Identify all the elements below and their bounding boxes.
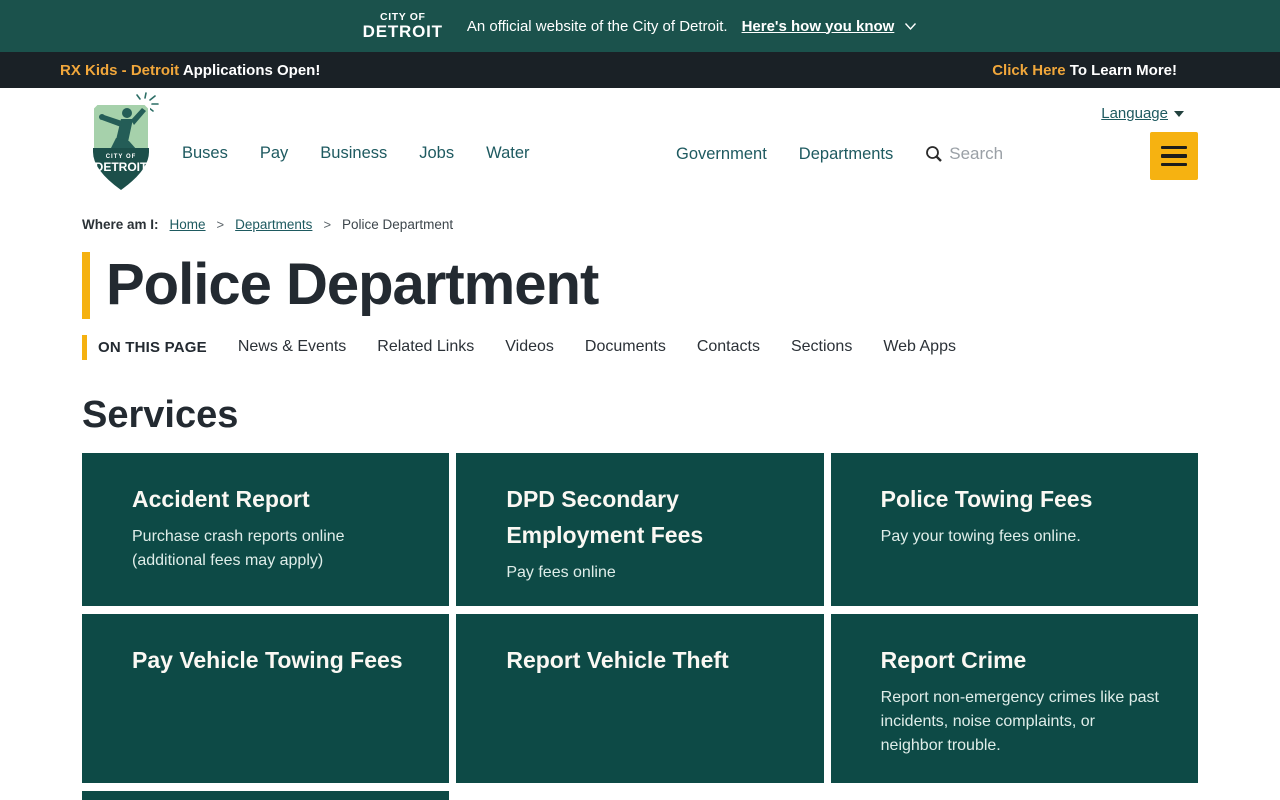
banner-wordmark-top: CITY OF: [380, 10, 426, 23]
rx-kids-link[interactable]: RX Kids - Detroit: [60, 62, 179, 79]
alert-left-text: Applications Open!: [182, 61, 321, 79]
breadcrumb-departments[interactable]: Departments: [235, 217, 312, 232]
service-card-accident-report[interactable]: Accident Report Purchase crash reports o…: [82, 452, 450, 606]
service-card-title: Police Towing Fees: [880, 485, 1093, 512]
site-header: CITY OF DETROIT Buses Pay Business Jobs …: [0, 88, 1280, 205]
nav-business[interactable]: Business: [320, 144, 387, 163]
police-department-page: CITY OF DETROIT An official website of t…: [0, 0, 1280, 800]
service-card-pay-vehicle-towing-fees[interactable]: Pay Vehicle Towing Fees: [82, 613, 450, 783]
official-banner: CITY OF DETROIT An official website of t…: [0, 0, 1280, 52]
anchor-sections[interactable]: Sections: [791, 338, 852, 356]
menu-button[interactable]: [1150, 132, 1198, 180]
nav-water[interactable]: Water: [486, 144, 529, 163]
city-of-detroit-logo[interactable]: CITY OF DETROIT: [82, 92, 162, 194]
anchor-contacts[interactable]: Contacts: [697, 338, 760, 356]
official-website-text: An official website of the City of Detro…: [466, 17, 728, 35]
primary-nav: Buses Pay Business Jobs Water: [182, 144, 530, 163]
service-card-title: Report Vehicle Theft: [506, 646, 729, 673]
nav-departments[interactable]: Departments: [799, 145, 893, 164]
language-label: Language: [1101, 105, 1168, 122]
service-card-title: DPD Secondary Employment Fees: [506, 485, 704, 548]
alert-left: RX Kids - Detroit Applications Open!: [60, 62, 320, 79]
anchor-videos[interactable]: Videos: [505, 338, 554, 356]
nav-government[interactable]: Government: [676, 145, 767, 164]
menu-icon: [1161, 145, 1187, 150]
on-this-page-label: ON THIS PAGE: [82, 334, 207, 360]
alert-right: Click Here To Learn More!: [992, 62, 1177, 79]
breadcrumb-home[interactable]: Home: [170, 217, 206, 232]
anchor-web-apps[interactable]: Web Apps: [883, 338, 956, 356]
banner-wordmark-bottom: DETROIT: [362, 21, 443, 41]
anchor-related-links[interactable]: Related Links: [377, 338, 474, 356]
breadcrumb-label: Where am I:: [82, 217, 159, 232]
service-card-report-vehicle-theft[interactable]: Report Vehicle Theft: [456, 613, 824, 783]
click-here-link[interactable]: Click Here: [992, 62, 1065, 79]
caret-down-icon: [1174, 110, 1184, 117]
page-title: Police Department: [82, 252, 1280, 319]
language-dropdown[interactable]: Language: [1101, 105, 1184, 122]
breadcrumb: Where am I: Home > Departments > Police …: [82, 217, 1198, 232]
service-card-title: Accident Report: [132, 485, 310, 512]
service-card-partial[interactable]: [82, 790, 450, 800]
anchor-news-events[interactable]: News & Events: [238, 338, 346, 356]
nav-jobs[interactable]: Jobs: [419, 144, 454, 163]
search-label: Search: [949, 144, 1004, 163]
breadcrumb-current: Police Department: [342, 217, 454, 232]
service-card-police-towing-fees[interactable]: Police Towing Fees Pay your towing fees …: [830, 452, 1198, 606]
service-card-report-crime[interactable]: Report Crime Report non-emergency crimes…: [830, 613, 1198, 783]
services-grid: Accident Report Purchase crash reports o…: [82, 452, 1198, 800]
secondary-nav: Government Departments Search: [676, 144, 1003, 164]
service-card-description: Purchase crash reports online (additiona…: [132, 527, 345, 569]
service-card-description: Pay your towing fees online.: [880, 527, 1081, 545]
alert-bar: RX Kids - Detroit Applications Open! Cli…: [0, 52, 1280, 88]
service-card-title: Pay Vehicle Towing Fees: [132, 646, 403, 673]
service-card-description: Pay fees online: [506, 563, 616, 581]
nav-pay[interactable]: Pay: [260, 144, 288, 163]
nav-buses[interactable]: Buses: [182, 144, 228, 163]
breadcrumb-separator: >: [323, 217, 332, 232]
logo-badge-bottom: DETROIT: [95, 160, 148, 174]
service-card-description: Report non-emergency crimes like past in…: [880, 688, 1159, 754]
chevron-down-icon: [905, 22, 917, 30]
heres-how-you-know-link[interactable]: Here's how you know: [742, 18, 895, 35]
search-icon: [926, 146, 943, 162]
on-this-page-nav: ON THIS PAGE News & Events Related Links…: [82, 334, 1280, 360]
banner-wordmark: CITY OF DETROIT: [362, 10, 443, 41]
service-card-dpd-secondary-employment-fees[interactable]: DPD Secondary Employment Fees Pay fees o…: [456, 452, 824, 606]
breadcrumb-separator: >: [216, 217, 225, 232]
service-card-title: Report Crime: [880, 646, 1027, 673]
alert-right-text: To Learn More!: [1069, 61, 1177, 79]
services-heading: Services: [82, 393, 239, 436]
search-button[interactable]: Search: [925, 144, 1003, 164]
anchor-documents[interactable]: Documents: [585, 338, 666, 356]
